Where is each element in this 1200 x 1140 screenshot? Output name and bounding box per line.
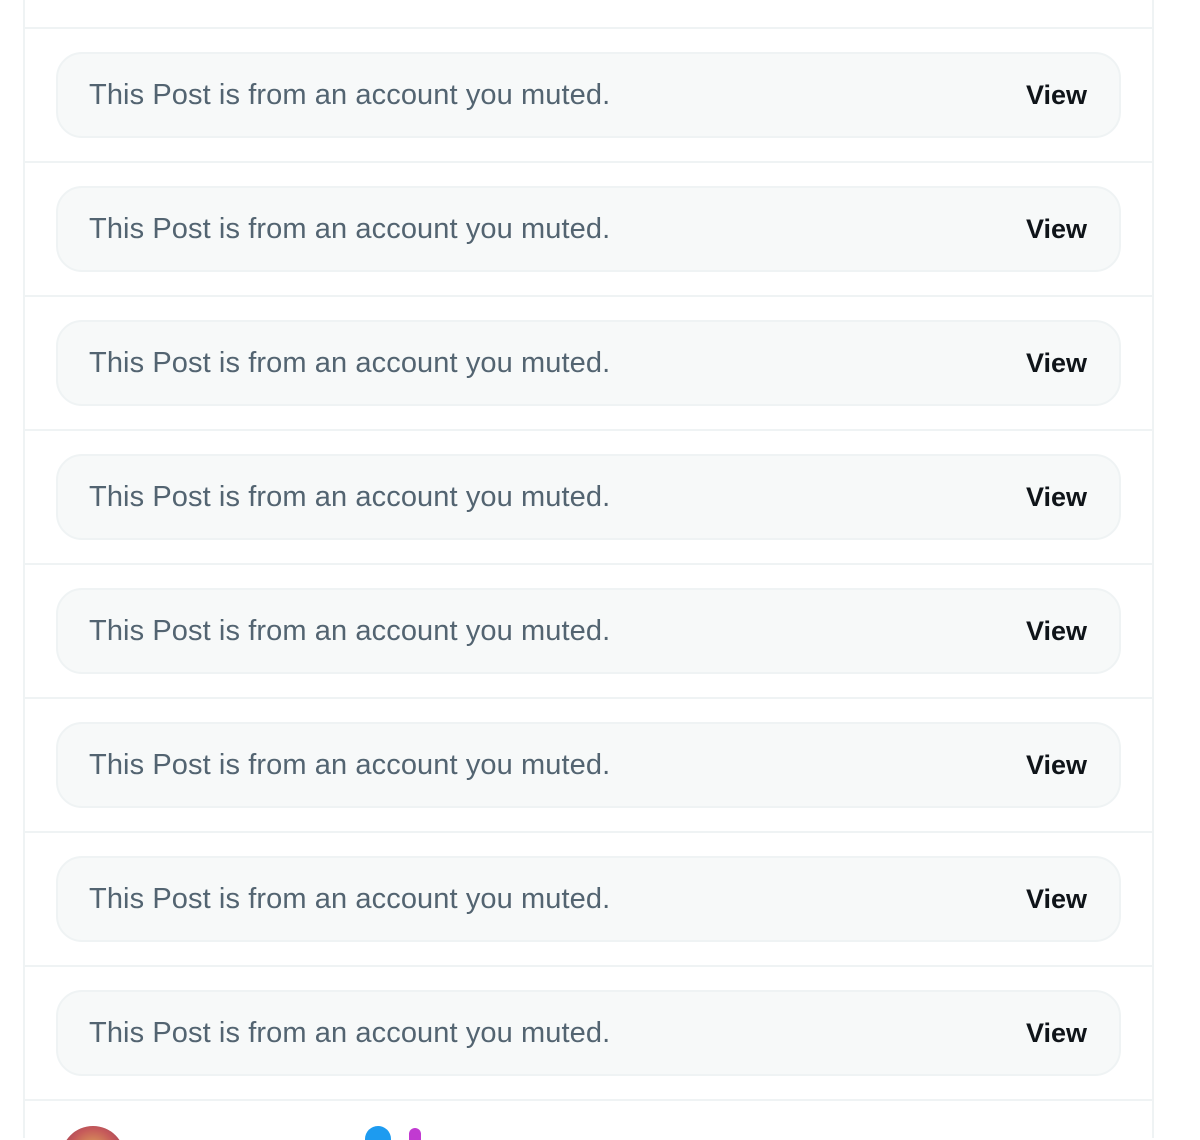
view-button[interactable]: View: [1026, 1018, 1087, 1049]
view-button[interactable]: View: [1026, 884, 1087, 915]
muted-post-message: This Post is from an account you muted.: [89, 480, 611, 513]
view-button[interactable]: View: [1026, 482, 1087, 513]
muted-post-message: This Post is from an account you muted.: [89, 748, 611, 781]
muted-post-notice: This Post is from an account you muted. …: [56, 52, 1121, 138]
view-button[interactable]: View: [1026, 616, 1087, 647]
muted-post-message: This Post is from an account you muted.: [89, 614, 611, 647]
muted-post-notice: This Post is from an account you muted. …: [56, 588, 1121, 674]
muted-post-cell: This Post is from an account you muted. …: [25, 699, 1152, 833]
emoji-icon: [409, 1128, 421, 1140]
muted-post-notice: This Post is from an account you muted. …: [56, 186, 1121, 272]
muted-post-message: This Post is from an account you muted.: [89, 882, 611, 915]
muted-post-message: This Post is from an account you muted.: [89, 78, 611, 111]
muted-post-notice: This Post is from an account you muted. …: [56, 320, 1121, 406]
view-button[interactable]: View: [1026, 214, 1087, 245]
muted-post-message: This Post is from an account you muted.: [89, 212, 611, 245]
next-post-preview[interactable]: [25, 1100, 1152, 1140]
view-button[interactable]: View: [1026, 80, 1087, 111]
muted-post-cell: This Post is from an account you muted. …: [25, 431, 1152, 565]
muted-post-cell: This Post is from an account you muted. …: [25, 967, 1152, 1101]
muted-post-notice: This Post is from an account you muted. …: [56, 722, 1121, 808]
muted-post-cell: This Post is from an account you muted. …: [25, 833, 1152, 967]
view-button[interactable]: View: [1026, 348, 1087, 379]
muted-post-cell: This Post is from an account you muted. …: [25, 29, 1152, 163]
muted-post-notice: This Post is from an account you muted. …: [56, 454, 1121, 540]
muted-post-notice: This Post is from an account you muted. …: [56, 856, 1121, 942]
view-button[interactable]: View: [1026, 750, 1087, 781]
timeline-feed: This Post is from an account you muted. …: [23, 0, 1154, 1140]
muted-post-cell: This Post is from an account you muted. …: [25, 565, 1152, 699]
muted-post-message: This Post is from an account you muted.: [89, 346, 611, 379]
muted-post-notice: This Post is from an account you muted. …: [56, 990, 1121, 1076]
muted-post-cell: This Post is from an account you muted. …: [25, 297, 1152, 431]
muted-post-message: This Post is from an account you muted.: [89, 1016, 611, 1049]
muted-post-cell: This Post is from an account you muted. …: [25, 163, 1152, 297]
